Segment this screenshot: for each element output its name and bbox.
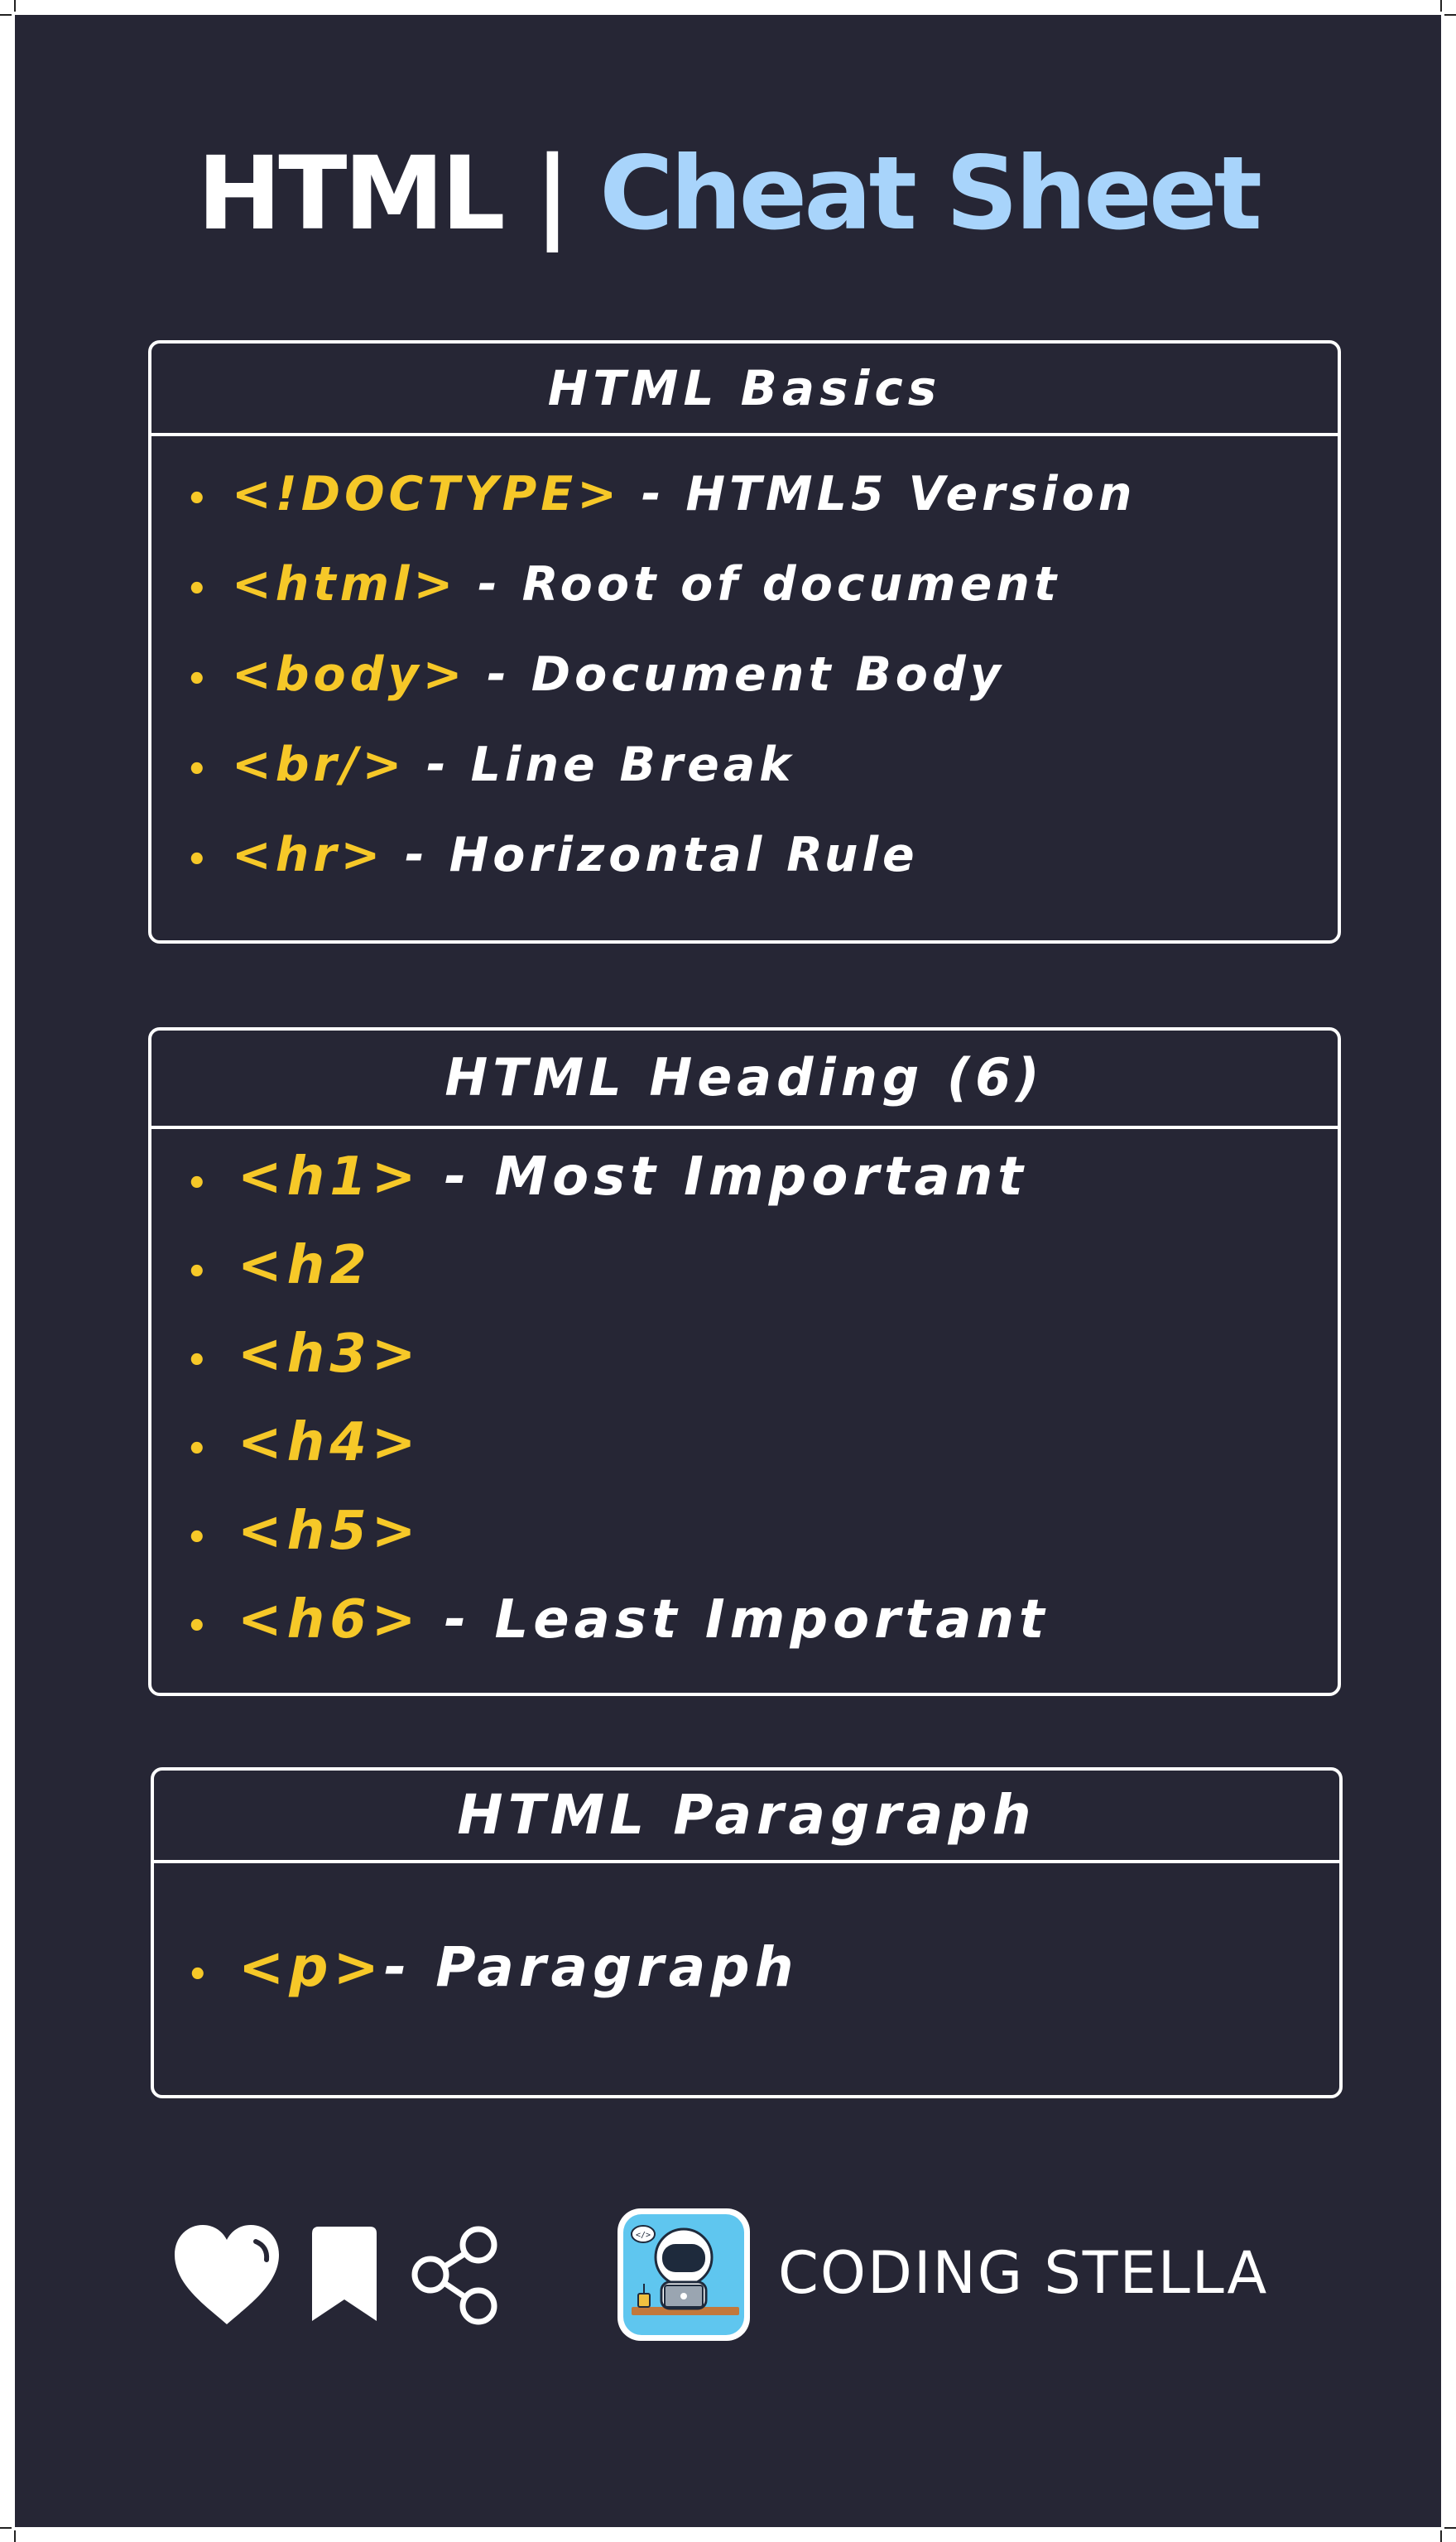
page-title: HTML | Cheat Sheet — [15, 143, 1441, 244]
item-tag: <p> — [238, 1935, 384, 1999]
title-separator: | — [534, 135, 571, 252]
item-tag: <h2 — [238, 1235, 372, 1296]
list-item: • <h1> - Most Important — [186, 1133, 1338, 1222]
list-item: • <br/> - Line Break — [186, 720, 1338, 810]
item-desc: - Paragraph — [383, 1935, 799, 1999]
item-desc: - Root of document — [457, 557, 1061, 612]
bullet-icon: • — [186, 661, 212, 699]
brand-name: CODING STELLA — [778, 2239, 1269, 2307]
section-html-basics: HTML Basics • <!DOCTYPE> - HTML5 Version … — [148, 340, 1341, 944]
svg-text:</>: </> — [636, 2231, 651, 2240]
section-item-list: • <h1> - Most Important • <h2 • <h3> • <h4> … — [151, 1133, 1338, 1665]
item-tag: <body> — [232, 647, 467, 702]
bullet-icon: • — [186, 751, 212, 789]
section-item-list: • <p>- Paragraph — [154, 1922, 1339, 2013]
bullet-icon: • — [186, 1165, 213, 1203]
bullet-icon: • — [186, 1253, 213, 1291]
list-item: • <p>- Paragraph — [187, 1922, 1339, 2013]
list-item: • <h3> — [186, 1310, 1338, 1399]
item-desc: - Least Important — [420, 1589, 1050, 1651]
section-heading: HTML Paragraph — [154, 1771, 1339, 1863]
title-html: HTML — [197, 135, 505, 252]
list-item: • <html> - Root of document — [186, 540, 1338, 630]
bullet-icon: • — [186, 570, 212, 608]
section-html-paragraph: HTML Paragraph • <p>- Paragraph — [151, 1767, 1343, 2098]
section-heading: HTML Heading (6) — [151, 1031, 1338, 1129]
item-tag: <br/> — [232, 738, 406, 792]
item-desc: - Horizontal Rule — [384, 828, 919, 882]
section-heading: HTML Basics — [151, 344, 1338, 436]
item-tag: <h6> — [238, 1589, 421, 1651]
item-tag: <!DOCTYPE> — [232, 467, 621, 521]
crop-mark — [0, 14, 12, 16]
crop-mark — [1440, 2530, 1442, 2542]
list-item: • <body> - Document Body — [186, 630, 1338, 720]
crop-mark — [1444, 14, 1456, 16]
item-desc: - Line Break — [406, 738, 795, 792]
list-item: • <!DOCTYPE> - HTML5 Version — [186, 449, 1338, 540]
bullet-icon: • — [187, 1956, 214, 1994]
item-tag: <h1> — [238, 1146, 421, 1208]
bullet-icon: • — [186, 1342, 213, 1380]
item-tag: <h5> — [238, 1501, 421, 1562]
item-desc: - HTML5 Version — [621, 467, 1136, 521]
item-desc: - Document Body — [466, 647, 1005, 702]
crop-mark — [0, 2527, 12, 2529]
bullet-icon: • — [186, 841, 212, 879]
bullet-icon: • — [186, 480, 212, 518]
crop-mark — [14, 2530, 16, 2542]
avatar: </> — [617, 2208, 750, 2341]
bookmark-icon[interactable] — [310, 2225, 378, 2324]
list-item: • <h2 — [186, 1222, 1338, 1310]
item-desc: - Most Important — [420, 1146, 1028, 1208]
list-item: • <h4> — [186, 1399, 1338, 1487]
section-item-list: • <!DOCTYPE> - HTML5 Version • <html> - Ro… — [151, 449, 1338, 901]
share-icon[interactable] — [409, 2225, 502, 2326]
title-cheat-sheet: Cheat Sheet — [599, 135, 1262, 252]
bullet-icon: • — [186, 1519, 213, 1557]
item-tag: <h3> — [238, 1324, 421, 1385]
item-tag: <h4> — [238, 1412, 421, 1473]
heart-icon[interactable] — [173, 2223, 281, 2326]
item-tag: <html> — [232, 557, 458, 612]
list-item: • <hr> - Horizontal Rule — [186, 810, 1338, 901]
astronaut-icon: </> — [631, 2225, 739, 2315]
crop-mark — [1440, 0, 1442, 12]
cheat-sheet-card: HTML | Cheat Sheet HTML Basics • <!DOCTYP… — [15, 15, 1441, 2527]
item-tag: <hr> — [232, 828, 385, 882]
list-item: • <h5> — [186, 1487, 1338, 1576]
bullet-icon: • — [186, 1430, 213, 1468]
bullet-icon: • — [186, 1607, 213, 1646]
list-item: • <h6> - Least Important — [186, 1576, 1338, 1665]
section-html-heading: HTML Heading (6) • <h1> - Most Important … — [148, 1027, 1341, 1696]
crop-mark — [14, 0, 16, 12]
crop-mark — [1444, 2527, 1456, 2529]
